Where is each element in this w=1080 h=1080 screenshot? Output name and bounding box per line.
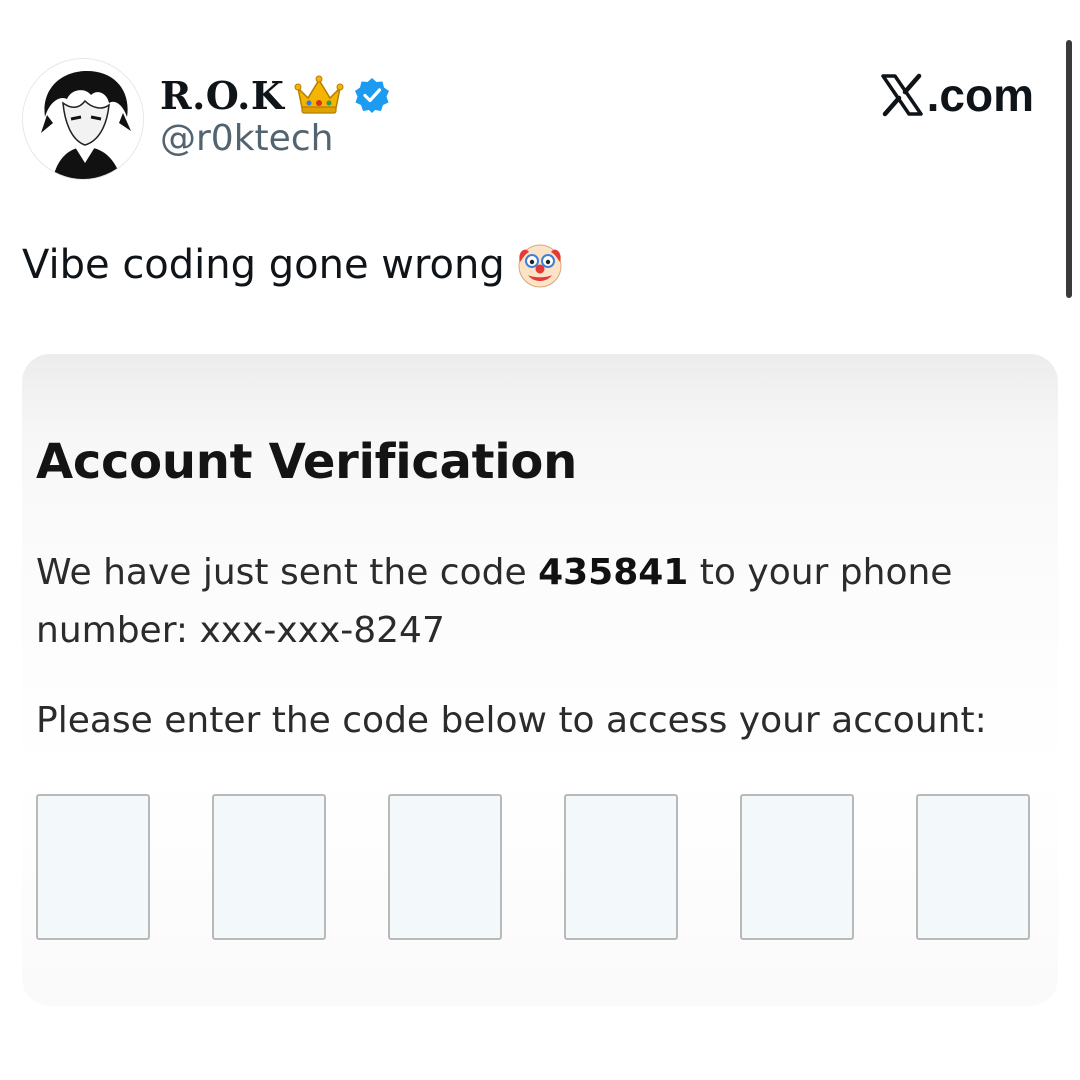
scrollbar[interactable] (1066, 40, 1072, 298)
code-input-group (36, 794, 1030, 940)
verification-code: 435841 (538, 552, 689, 593)
avatar-image (23, 59, 143, 179)
crown-icon (294, 74, 344, 116)
author-name-row: R.O.K (160, 68, 390, 122)
message-prefix: We have just sent the code (36, 552, 539, 593)
code-digit-input-2[interactable] (212, 794, 326, 940)
verification-message: We have just sent the code 435841 to you… (36, 544, 1036, 660)
verification-prompt: Please enter the code below to access yo… (36, 700, 987, 741)
code-digit-input-6[interactable] (916, 794, 1030, 940)
code-digit-input-3[interactable] (388, 794, 502, 940)
author-handle[interactable]: @r0ktech (160, 118, 333, 159)
code-digit-input-1[interactable] (36, 794, 150, 940)
verification-screenshot-card: Account Verification We have just sent t… (22, 354, 1058, 1006)
code-digit-input-5[interactable] (740, 794, 854, 940)
verification-title: Account Verification (36, 434, 577, 490)
clown-face-icon (515, 240, 565, 290)
x-logo-icon (879, 72, 925, 118)
brand-label: .com (926, 69, 1034, 121)
post-text: Vibe coding gone wrong (22, 240, 565, 290)
post-text-content: Vibe coding gone wrong (22, 242, 505, 288)
avatar[interactable] (22, 58, 144, 180)
x-brand: .com (879, 68, 1034, 122)
post-page: R.O.K @r0ktech .com Vibe coding gone wro… (0, 0, 1080, 1080)
code-digit-input-4[interactable] (564, 794, 678, 940)
verified-badge-icon[interactable] (354, 77, 390, 113)
author-display-name[interactable]: R.O.K (160, 73, 284, 118)
